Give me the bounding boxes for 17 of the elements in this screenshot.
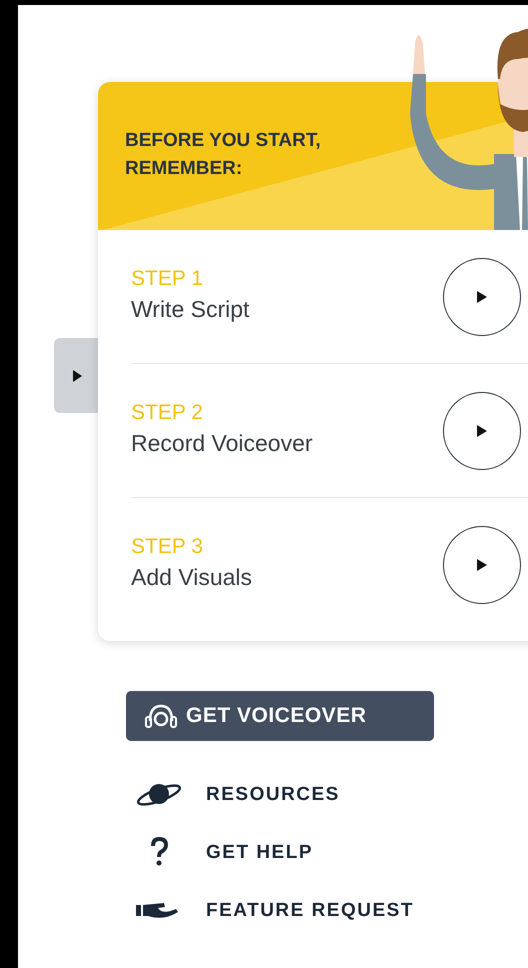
step-title: Write Script	[131, 294, 250, 324]
header-title: BEFORE YOU START, REMEMBER:	[125, 129, 322, 181]
nav-link-item[interactable]: FEATURE REQUEST	[134, 895, 414, 925]
play-icon	[72, 370, 82, 382]
sidebar-toggle-button[interactable]	[54, 338, 100, 413]
nav-link-item[interactable]: GET HELP	[134, 837, 414, 867]
play-icon	[477, 424, 487, 436]
nav-link-item[interactable]: RESOURCES	[134, 779, 414, 809]
step-label: STEP 2	[131, 400, 204, 425]
play-icon	[477, 290, 487, 302]
step-label: STEP 1	[131, 266, 204, 291]
step-title: Record Voiceover	[131, 428, 313, 458]
get-voiceover-button[interactable]: GET VOICEOVER	[126, 691, 434, 741]
headphones-icon	[144, 703, 178, 729]
play-icon	[477, 559, 487, 571]
step-label: STEP 3	[131, 534, 204, 560]
step-title: Add Visuals	[131, 563, 252, 592]
